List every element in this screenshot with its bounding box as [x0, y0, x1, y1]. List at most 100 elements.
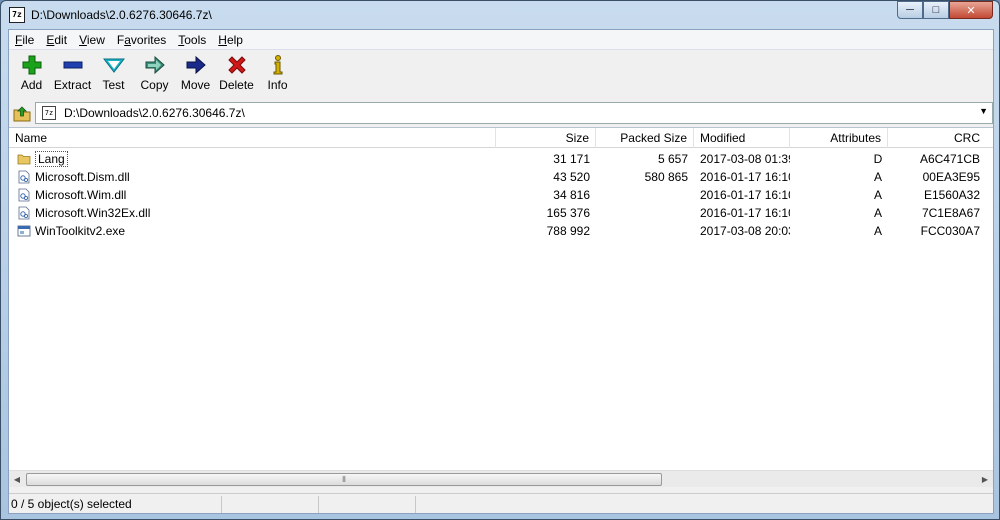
address-path: D:\Downloads\2.0.6276.30646.7z\ — [64, 106, 245, 120]
file-name: Microsoft.Win32Ex.dll — [35, 206, 151, 220]
scroll-right-icon[interactable]: ▶ — [977, 472, 993, 487]
menu-file-rest: ile — [22, 32, 35, 47]
cell-crc: 7C1E8A67 — [921, 206, 980, 220]
cell-packed-size: 5 657 — [657, 152, 688, 166]
menu-favorites[interactable]: Favorites — [111, 30, 172, 50]
status-pane-3 — [321, 496, 416, 513]
title-bar[interactable]: 7z D:\Downloads\2.0.6276.30646.7z\ ─ □ ✕ — [1, 1, 999, 29]
menu-view-rest: iew — [86, 32, 105, 47]
menu-help-rest: elp — [226, 32, 243, 47]
address-bar: 7z D:\Downloads\2.0.6276.30646.7z\ ▼ — [9, 101, 993, 125]
dll-file-icon — [18, 170, 30, 184]
column-header-packed-size[interactable]: Packed Size — [596, 128, 694, 148]
table-row[interactable]: Microsoft.Win32Ex.dll 165 376 2016-01-17… — [9, 204, 993, 222]
scroll-grip-icon: ⦀ — [342, 474, 346, 484]
close-button[interactable]: ✕ — [949, 1, 993, 19]
file-name: Lang — [35, 151, 68, 167]
dll-file-icon — [18, 206, 30, 220]
cell-modified: 2017-03-08 01:39 — [700, 152, 790, 166]
cell-crc: 00EA3E95 — [922, 170, 980, 184]
add-label: Add — [20, 78, 43, 92]
table-row[interactable]: Lang 31 171 5 657 2017-03-08 01:39 D A6C… — [9, 150, 993, 168]
folder-icon — [17, 154, 31, 165]
7zip-app-icon[interactable]: 7z — [9, 7, 25, 23]
add-button[interactable]: Add — [11, 51, 52, 97]
client-area: File Edit View Favorites Tools Help Add … — [8, 29, 994, 514]
copy-label: Copy — [140, 78, 169, 92]
cell-packed-size — [596, 186, 694, 204]
menu-view-accel: V — [79, 32, 87, 47]
info-button[interactable]: Info — [257, 51, 298, 97]
copy-button[interactable]: Copy — [134, 51, 175, 97]
exe-file-icon — [17, 225, 31, 237]
list-header: Name Size Packed Size Modified Attribute… — [9, 128, 993, 148]
column-header-size[interactable]: Size — [496, 128, 596, 148]
cell-name: Microsoft.Dism.dll — [11, 168, 496, 186]
menu-edit-rest: dit — [54, 32, 68, 47]
scroll-left-icon[interactable]: ◀ — [9, 472, 25, 487]
delete-label: Delete — [219, 78, 254, 92]
cell-packed-size — [596, 204, 694, 222]
menu-file[interactable]: File — [9, 30, 40, 50]
horizontal-scrollbar[interactable]: ◀ ⦀ ▶ — [9, 470, 993, 487]
menu-help[interactable]: Help — [212, 30, 249, 50]
cell-size: 34 816 — [553, 188, 590, 202]
table-row[interactable]: Microsoft.Dism.dll 43 520 580 865 2016-0… — [9, 168, 993, 186]
minus-icon — [63, 61, 82, 69]
minimize-button[interactable]: ─ — [897, 1, 923, 19]
column-header-crc[interactable]: CRC — [888, 128, 986, 148]
maximize-button[interactable]: □ — [923, 1, 949, 19]
test-button[interactable]: Test — [93, 51, 134, 97]
file-name: Microsoft.Dism.dll — [35, 170, 130, 184]
cell-modified: 2017-03-08 20:03 — [700, 224, 790, 238]
menu-help-accel: H — [218, 32, 227, 47]
cell-modified: 2016-01-17 16:10 — [700, 206, 790, 220]
file-list[interactable]: Name Size Packed Size Modified Attribute… — [9, 127, 993, 483]
toolbar: Add Extract Test Copy Move Delete Info — [9, 51, 993, 99]
copy-arrow-icon — [145, 55, 165, 75]
scroll-thumb[interactable]: ⦀ — [26, 473, 662, 486]
menu-favorites-rest: vorites — [130, 32, 167, 47]
dll-file-icon — [18, 188, 30, 202]
move-arrow-icon — [186, 55, 206, 75]
column-header-modified[interactable]: Modified — [694, 128, 790, 148]
app-window: 7z D:\Downloads\2.0.6276.30646.7z\ ─ □ ✕… — [0, 0, 1000, 520]
window-title: D:\Downloads\2.0.6276.30646.7z\ — [31, 8, 212, 22]
menu-view[interactable]: View — [73, 30, 111, 50]
cell-size: 165 376 — [546, 206, 590, 220]
archive-icon: 7z — [42, 106, 56, 120]
cell-packed-size — [596, 222, 694, 240]
column-header-attributes[interactable]: Attributes — [790, 128, 888, 148]
table-row[interactable]: WinToolkitv2.exe 788 992 2017-03-08 20:0… — [9, 222, 993, 240]
cell-name: Microsoft.Wim.dll — [11, 186, 496, 204]
cell-modified: 2016-01-17 16:10 — [700, 188, 790, 202]
extract-label: Extract — [53, 78, 92, 92]
menu-tools-rest: ools — [184, 32, 207, 47]
status-pane-2 — [224, 496, 319, 513]
address-dropdown-icon[interactable]: ▼ — [979, 106, 988, 116]
check-chevron-icon — [102, 58, 125, 73]
info-icon — [273, 55, 282, 75]
column-header-name[interactable]: Name — [9, 128, 496, 148]
address-input[interactable]: 7z D:\Downloads\2.0.6276.30646.7z\ ▼ — [35, 102, 993, 124]
file-name: WinToolkitv2.exe — [35, 224, 126, 238]
move-button[interactable]: Move — [175, 51, 216, 97]
cell-name: Lang — [11, 150, 496, 168]
cell-crc: FCC030A7 — [920, 224, 980, 238]
delete-button[interactable]: Delete — [216, 51, 257, 97]
cell-crc: E1560A32 — [923, 188, 980, 202]
cell-crc: A6C471CB — [919, 152, 980, 166]
cell-name: Microsoft.Win32Ex.dll — [11, 204, 496, 222]
caption-buttons: ─ □ ✕ — [897, 1, 993, 19]
test-label: Test — [102, 78, 125, 92]
plus-icon — [22, 55, 41, 75]
table-row[interactable]: Microsoft.Wim.dll 34 816 2016-01-17 16:1… — [9, 186, 993, 204]
extract-button[interactable]: Extract — [52, 51, 93, 97]
menu-bar: File Edit View Favorites Tools Help — [9, 30, 993, 50]
up-folder-button[interactable] — [11, 102, 33, 124]
menu-favorites-accel: a — [124, 32, 131, 47]
move-label: Move — [180, 78, 211, 92]
menu-edit[interactable]: Edit — [40, 30, 73, 50]
menu-tools[interactable]: Tools — [172, 30, 212, 50]
status-bar: 0 / 5 object(s) selected — [9, 493, 993, 513]
